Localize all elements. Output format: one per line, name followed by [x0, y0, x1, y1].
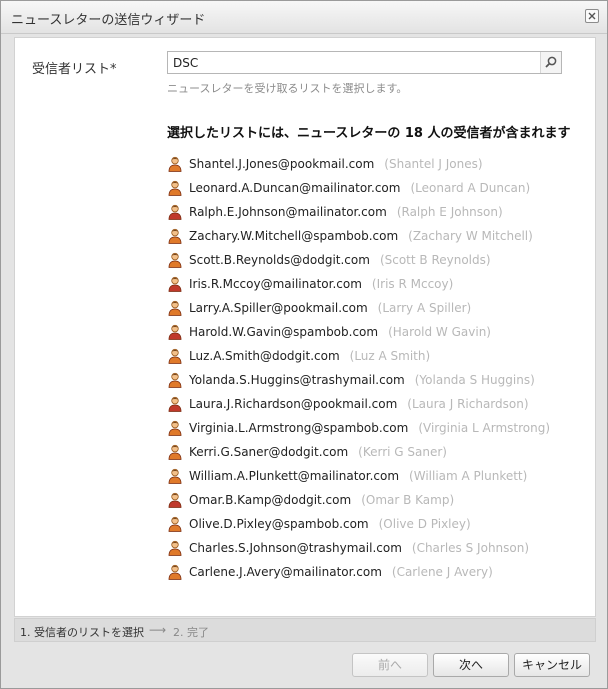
user-icon [168, 516, 182, 532]
recipient-item: William.A.Plunkett@mailinator.com (Willia… [167, 464, 550, 488]
recipient-item: Virginia.L.Armstrong@spambob.com (Virgini… [167, 416, 550, 440]
recipient-email: Virginia.L.Armstrong@spambob.com [189, 421, 409, 435]
recipient-item: Omar.B.Kamp@dodgit.com (Omar B Kamp) [167, 488, 550, 512]
recipient-item: Yolanda.S.Huggins@trashymail.com (Yolanda… [167, 368, 550, 392]
step-current: 1. 受信者のリストを選択 [20, 626, 144, 639]
recipient-name: (Olive D Pixley) [378, 517, 471, 531]
recipient-email: Yolanda.S.Huggins@trashymail.com [189, 373, 405, 387]
recipient-email: Harold.W.Gavin@spambob.com [189, 325, 379, 339]
recipient-name: (Laura J Richardson) [407, 397, 529, 411]
user-icon [168, 540, 182, 556]
recipient-list: Shantel.J.Jones@pookmail.com (Shantel J J… [167, 152, 550, 584]
recipient-item: Larry.A.Spiller@pookmail.com (Larry A Spi… [167, 296, 550, 320]
user-icon [168, 492, 182, 508]
recipient-item: Shantel.J.Jones@pookmail.com (Shantel J J… [167, 152, 550, 176]
recipient-item: Iris.R.Mccoy@mailinator.com (Iris R Mccoy… [167, 272, 550, 296]
recipient-email: Scott.B.Reynolds@dodgit.com [189, 253, 370, 267]
recipient-email: Charles.S.Johnson@trashymail.com [189, 541, 402, 555]
recipient-item: Olive.D.Pixley@spambob.com (Olive D Pixle… [167, 512, 550, 536]
recipient-item: Leonard.A.Duncan@mailinator.com (Leonard … [167, 176, 550, 200]
user-icon [168, 276, 182, 292]
step-arrow: ⟶ [149, 623, 167, 637]
recipient-name: (Yolanda S Huggins) [414, 373, 535, 387]
recipient-name: (William A Plunkett) [409, 469, 528, 483]
recipient-name: (Shantel J Jones) [384, 157, 483, 171]
recipient-item: Carlene.J.Avery@mailinator.com (Carlene J… [167, 560, 550, 584]
recipient-item: Harold.W.Gavin@spambob.com (Harold W Gavi… [167, 320, 550, 344]
user-icon [168, 396, 182, 412]
recipient-name: (Virginia L Armstrong) [418, 421, 551, 435]
recipient-name: (Iris R Mccoy) [371, 277, 454, 291]
recipient-name: (Harold W Gavin) [388, 325, 491, 339]
dialog-title: ニュースレターの送信ウィザード [11, 13, 206, 28]
recipient-email: Larry.A.Spiller@pookmail.com [189, 301, 368, 315]
user-icon [168, 228, 182, 244]
prev-button[interactable]: 前へ [352, 653, 428, 677]
user-icon [168, 300, 182, 316]
recipient-email: Omar.B.Kamp@dodgit.com [189, 493, 352, 507]
recipient-email: Olive.D.Pixley@spambob.com [189, 517, 369, 531]
user-icon [168, 204, 182, 220]
user-icon [168, 468, 182, 484]
recipient-email: William.A.Plunkett@mailinator.com [189, 469, 400, 483]
recipient-item: Laura.J.Richardson@pookmail.com (Laura J … [167, 392, 550, 416]
recipient-name: (Zachary W Mitchell) [408, 229, 533, 243]
cancel-button[interactable]: キャンセル [514, 653, 590, 677]
next-button[interactable]: 次へ [433, 653, 509, 677]
user-icon [168, 348, 182, 364]
recipient-item: Charles.S.Johnson@trashymail.com (Charles… [167, 536, 550, 560]
recipient-name: (Kerri G Saner) [358, 445, 447, 459]
recipient-email: Carlene.J.Avery@mailinator.com [189, 565, 382, 579]
recipient-name: (Carlene J Avery) [391, 565, 493, 579]
recipient-list-input[interactable] [168, 52, 540, 73]
close-button[interactable] [585, 9, 599, 23]
recipient-item: Zachary.W.Mitchell@spambob.com (Zachary W… [167, 224, 550, 248]
close-icon [588, 12, 596, 20]
user-icon [168, 324, 182, 340]
user-icon [168, 444, 182, 460]
title-bar[interactable]: ニュースレターの送信ウィザード [1, 1, 607, 34]
recipient-name: (Larry A Spiller) [377, 301, 472, 315]
user-icon [168, 564, 182, 580]
wizard-steps: 1. 受信者のリストを選択 ⟶ 2. 完了 [14, 618, 596, 642]
recipient-count-summary: 選択したリストには、ニュースレターの 18 人の受信者が含まれます [167, 126, 571, 141]
recipient-item: Kerri.G.Saner@dodgit.com (Kerri G Saner) [167, 440, 550, 464]
search-icon [545, 56, 557, 68]
recipient-email: Leonard.A.Duncan@mailinator.com [189, 181, 401, 195]
recipient-email: Ralph.E.Johnson@mailinator.com [189, 205, 387, 219]
recipient-email: Luz.A.Smith@dodgit.com [189, 349, 340, 363]
recipient-name: (Ralph E Johnson) [396, 205, 503, 219]
recipient-name: (Charles S Johnson) [411, 541, 530, 555]
user-icon [168, 252, 182, 268]
recipient-item: Ralph.E.Johnson@mailinator.com (Ralph E J… [167, 200, 550, 224]
recipient-email: Iris.R.Mccoy@mailinator.com [189, 277, 362, 291]
recipient-name: (Omar B Kamp) [361, 493, 455, 507]
user-icon [168, 372, 182, 388]
recipient-email: Kerri.G.Saner@dodgit.com [189, 445, 349, 459]
recipient-name: (Leonard A Duncan) [410, 181, 531, 195]
wizard-content: 受信者リスト* ニュースレターを受け取るリストを選択します。 選択したリストには… [14, 37, 596, 617]
recipient-name: (Scott B Reynolds) [379, 253, 491, 267]
search-button[interactable] [540, 52, 561, 73]
recipient-item: Luz.A.Smith@dodgit.com (Luz A Smith) [167, 344, 550, 368]
recipient-list-field [167, 51, 562, 74]
recipient-email: Laura.J.Richardson@pookmail.com [189, 397, 398, 411]
recipient-name: (Luz A Smith) [349, 349, 431, 363]
recipient-list-hint: ニュースレターを受け取るリストを選択します。 [167, 82, 408, 95]
recipient-list-label: 受信者リスト* [32, 62, 117, 77]
recipient-email: Shantel.J.Jones@pookmail.com [189, 157, 375, 171]
user-icon [168, 420, 182, 436]
newsletter-wizard-dialog: ニュースレターの送信ウィザード 受信者リスト* ニュースレターを受け取るリストを… [0, 0, 608, 689]
recipient-email: Zachary.W.Mitchell@spambob.com [189, 229, 399, 243]
user-icon [168, 180, 182, 196]
recipient-item: Scott.B.Reynolds@dodgit.com (Scott B Reyn… [167, 248, 550, 272]
step-next: 2. 完了 [173, 626, 209, 639]
user-icon [168, 156, 182, 172]
